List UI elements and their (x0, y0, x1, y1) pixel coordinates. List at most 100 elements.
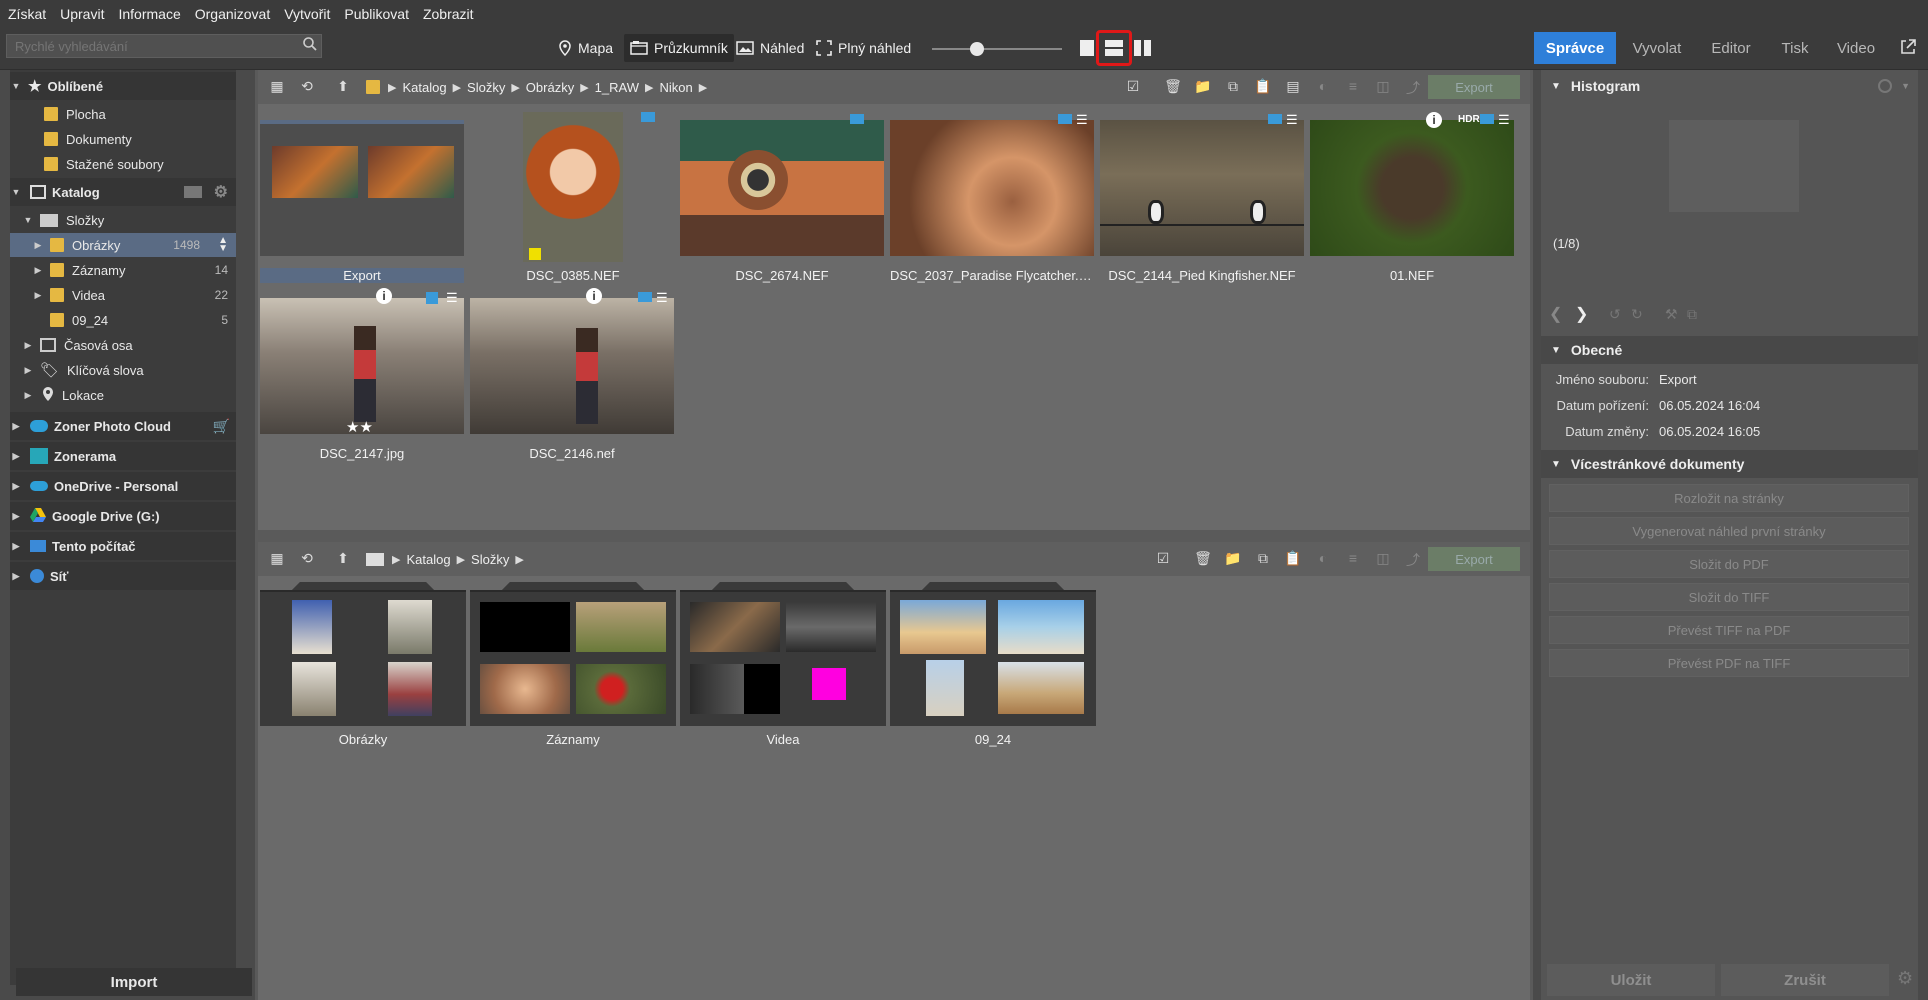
add-folder-icon[interactable] (184, 186, 202, 198)
gear-icon[interactable]: ⚙ (1897, 968, 1913, 989)
select-mode-icon[interactable]: ▦ (266, 78, 288, 96)
menu-vytvorit[interactable]: Vytvořit (284, 6, 330, 22)
info-icon[interactable]: i (1426, 112, 1442, 128)
new-folder-icon[interactable]: 📁 (1222, 550, 1244, 568)
pdf-to-tiff-button[interactable]: Převést PDF na TIFF (1549, 649, 1909, 677)
rename-icon[interactable]: ▤ (1282, 78, 1304, 96)
select-mode-icon[interactable]: ▦ (266, 550, 288, 568)
tree-favorites[interactable]: ▼ ★ Oblíbené (10, 72, 236, 100)
dual-pane-vertical-layout-icon[interactable] (1134, 40, 1152, 56)
tree-this-pc[interactable]: ▶ Tento počítač (10, 532, 236, 560)
expand-arrow-icon[interactable]: ▶ (10, 481, 22, 492)
menu-upravit[interactable]: Upravit (60, 6, 104, 22)
tab-vyvolat[interactable]: Vyvolat (1620, 32, 1694, 64)
histogram-mode-icon[interactable] (1878, 79, 1892, 93)
thumbnail-01nef[interactable]: i HDR ☰ 01.NEF (1310, 110, 1514, 330)
folder-thumbnail-videa[interactable]: Videa (680, 582, 886, 752)
rating-stars[interactable]: ★★ (346, 418, 373, 436)
section-histogram[interactable]: ▼ Histogram ▼ (1541, 72, 1918, 100)
expand-arrow-icon[interactable]: ▶ (10, 511, 22, 522)
sort-arrows-icon[interactable]: ▲ ▼ (218, 236, 228, 254)
expand-arrow-icon[interactable]: ▶ (10, 451, 22, 462)
expand-arrow-icon[interactable]: ▶ (10, 571, 22, 582)
dropdown-arrow-icon[interactable]: ▼ (1901, 81, 1910, 91)
menu-publikovat[interactable]: Publikovat (344, 6, 409, 22)
tree-item-dokumenty[interactable]: Dokumenty (10, 127, 236, 151)
expand-arrow-icon[interactable]: ▶ (32, 265, 44, 276)
section-multipage[interactable]: ▼ Vícestránkové dokumenty (1541, 450, 1918, 478)
paste-icon[interactable]: 📋 (1252, 78, 1274, 96)
thumbnail-dsc2144[interactable]: ☰ DSC_2144_Pied Kingfisher.NEF (1100, 110, 1304, 330)
search-input[interactable] (6, 34, 322, 58)
expand-arrow-icon[interactable]: ▶ (22, 365, 34, 376)
paste-icon[interactable]: 📋 (1282, 550, 1304, 568)
expand-arrow-icon[interactable]: ▶ (32, 240, 44, 251)
thumbnail-dsc2037[interactable]: ☰ DSC_2037_Paradise Flycatcher.N... (890, 110, 1094, 330)
new-folder-icon[interactable]: 📁 (1192, 78, 1214, 96)
dual-pane-horizontal-layout-button[interactable] (1096, 30, 1132, 66)
delete-icon[interactable]: 🗑 (1162, 78, 1184, 96)
nav-back-icon[interactable]: ❮ (1549, 304, 1562, 324)
section-general[interactable]: ▼ Obecné (1541, 336, 1918, 364)
gear-icon[interactable]: ⚙ (214, 182, 228, 202)
menu-ziskat[interactable]: Získat (8, 6, 46, 22)
info-icon[interactable]: i (586, 288, 602, 304)
share-icon[interactable]: ⤴ (1402, 550, 1424, 568)
breadcrumb-slozky[interactable]: Složky (467, 80, 505, 95)
info-icon[interactable]: i (376, 288, 392, 304)
expand-arrow-icon[interactable]: ▶ (22, 390, 34, 401)
tree-keywords[interactable]: ▶ 🏷 Klíčová slova (10, 358, 236, 382)
folder-thumbnail-0924[interactable]: 09_24 (890, 582, 1096, 752)
expand-arrow-icon[interactable]: ▶ (22, 340, 34, 351)
select-all-icon[interactable]: ☑ (1152, 550, 1174, 568)
tree-zonerama[interactable]: ▶ Zonerama (10, 442, 236, 470)
menu-organizovat[interactable]: Organizovat (195, 6, 270, 22)
save-button[interactable]: Uložit (1547, 964, 1715, 996)
breadcrumb-obrazky[interactable]: Obrázky (526, 80, 574, 95)
menu-informace[interactable]: Informace (118, 6, 180, 22)
tree-timeline[interactable]: ▶ Časová osa (10, 333, 236, 357)
single-pane-layout-icon[interactable] (1080, 40, 1094, 56)
tab-spravce[interactable]: Správce (1534, 32, 1616, 64)
external-window-icon[interactable] (1900, 39, 1916, 60)
folder-thumbnail-zaznamy[interactable]: Záznamy (470, 582, 676, 752)
tab-video[interactable]: Video (1826, 32, 1886, 64)
adjust-icon[interactable]: ≡ (1342, 550, 1364, 568)
sync-icon[interactable]: ⟲ (296, 78, 318, 96)
tree-google-drive[interactable]: ▶ Google Drive (G:) (10, 502, 236, 530)
tab-editor[interactable]: Editor (1698, 32, 1764, 64)
menu-zobrazit[interactable]: Zobrazit (423, 6, 474, 22)
tiff-to-pdf-button[interactable]: Převést TIFF na PDF (1549, 616, 1909, 644)
tab-tisk[interactable]: Tisk (1768, 32, 1822, 64)
tree-item-zaznamy[interactable]: ▶ Záznamy 14 (10, 258, 236, 282)
split-pages-button[interactable]: Rozložit na stránky (1549, 484, 1909, 512)
color-label-icon[interactable]: ◐ (1312, 550, 1334, 568)
copy-icon[interactable]: ⧉ (1222, 78, 1244, 96)
collapse-arrow-icon[interactable]: ▼ (1551, 459, 1561, 470)
mode-preview-button[interactable]: Náhled (730, 34, 810, 62)
rotate-right-icon[interactable]: ↻ (1631, 306, 1643, 323)
generate-preview-button[interactable]: Vygenerovat náhled první stránky (1549, 517, 1909, 545)
tree-item-plocha[interactable]: Plocha (10, 102, 236, 126)
collapse-arrow-icon[interactable]: ▼ (1551, 81, 1561, 92)
export-button[interactable]: Export (1428, 547, 1520, 571)
mode-map-button[interactable]: Mapa (552, 34, 619, 62)
compose-tiff-button[interactable]: Složit do TIFF (1549, 583, 1909, 611)
tree-locations[interactable]: ▶ Lokace (10, 383, 236, 407)
breadcrumb-katalog[interactable]: Katalog (406, 552, 450, 567)
batch-icon[interactable]: ◫ (1372, 550, 1394, 568)
tree-network[interactable]: ▶ Síť (10, 562, 236, 590)
rotate-left-icon[interactable]: ↺ (1609, 306, 1621, 323)
batch-icon[interactable]: ◫ (1372, 78, 1394, 96)
tree-item-0924[interactable]: 09_24 5 (10, 308, 236, 332)
delete-icon[interactable]: 🗑 (1192, 550, 1214, 568)
select-all-icon[interactable]: ☑ (1122, 78, 1144, 96)
nav-forward-icon[interactable]: ❯ (1575, 304, 1588, 324)
breadcrumb-slozky[interactable]: Složky (471, 552, 509, 567)
tree-folders[interactable]: ▼ Složky (10, 208, 236, 232)
thumbnail-dsc2146[interactable]: i ☰ DSC_2146.nef (470, 288, 674, 508)
tree-item-stazene[interactable]: Stažené soubory (10, 152, 236, 176)
tree-catalog[interactable]: ▼ Katalog ⚙ (10, 178, 236, 206)
folder-thumbnail-obrazky[interactable]: Obrázky (260, 582, 466, 752)
expand-arrow-icon[interactable]: ▼ (10, 187, 22, 197)
